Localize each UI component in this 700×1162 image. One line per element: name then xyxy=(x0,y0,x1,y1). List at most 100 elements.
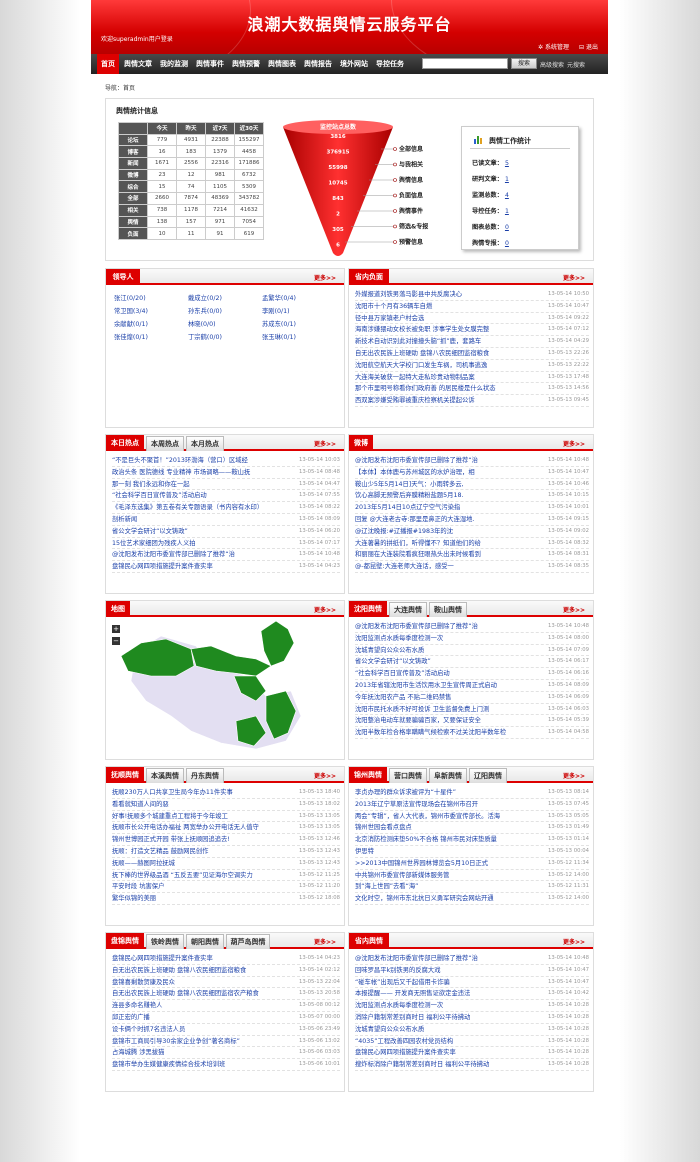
search-input[interactable] xyxy=(422,58,508,69)
news-title-link[interactable]: 沈阳市民托水质不好可投诉 卫生监督免费上门测 xyxy=(355,704,527,715)
news-title-link[interactable]: 沈阳市十个月有36辆车自燃 xyxy=(355,301,527,312)
panel-tab[interactable]: 阜新舆情 xyxy=(429,768,467,783)
news-title-link[interactable]: 回味罗昌平k别铁男的反腐大戏 xyxy=(355,965,527,976)
news-title-link[interactable]: 径中县万家镇老户村会选 xyxy=(355,313,527,324)
more-link[interactable]: 更多>> xyxy=(314,937,336,946)
panel-tab[interactable]: 沈阳舆情 xyxy=(349,601,387,617)
leader-link[interactable]: 张玉琳(0/1) xyxy=(262,332,296,341)
leader-link[interactable]: 余献献(0/1) xyxy=(114,319,148,328)
panel-tab[interactable]: 本月热点 xyxy=(186,436,224,451)
news-title-link[interactable]: 15位艺术家细团为残疾人义拍 xyxy=(112,538,284,549)
leader-link[interactable]: 林晓(0/0) xyxy=(188,319,216,328)
news-title-link[interactable]: 消除户籍制常差别商时日 福利公平待拂动 xyxy=(355,1012,527,1023)
news-title-link[interactable]: 盘锦民心网四项措施提升案件查实率 xyxy=(112,953,284,964)
panel-tab[interactable]: 省内负面 xyxy=(349,269,389,285)
funnel-label[interactable]: 预警信息 xyxy=(399,238,423,246)
news-title-link[interactable]: 自无出农民族上班硬助 盘锦八农民细团监宿粮食 xyxy=(355,348,527,359)
leader-link[interactable]: 戴成立(0/2) xyxy=(188,293,222,302)
news-title-link[interactable]: 省公文学会研讨“以文铸政” xyxy=(112,526,284,537)
funnel-label[interactable]: 筛选&专报 xyxy=(398,223,428,231)
news-title-link[interactable]: 鞍山少5年5月14日]天气：小雨转多云, xyxy=(355,479,527,490)
news-title-link[interactable]: 锦州世博园正式开园 带张上抚顺园追追去! xyxy=(112,834,284,845)
panel-tab[interactable]: 省内舆情 xyxy=(349,933,389,949)
leader-link[interactable]: 孟繁华(0/4) xyxy=(262,293,296,302)
news-title-link[interactable]: 抚顺市长公开电话办福祉 两宽举办公开电话无人值守 xyxy=(112,822,284,833)
news-title-link[interactable]: 那一刻 我们永远和你在一起 xyxy=(112,479,284,490)
news-title-link[interactable]: 抚顺——赫图阿拉抚城 xyxy=(112,858,284,869)
panel-tab[interactable]: 葫芦岛舆情 xyxy=(226,934,270,949)
system-admin-link[interactable]: 系统管理 xyxy=(545,44,569,51)
panel-tab[interactable]: 本周热点 xyxy=(146,436,184,451)
news-title-link[interactable]: 盘锦喜剩散贺康及民众 xyxy=(112,977,284,988)
panel-tab[interactable]: 鞍山舆情 xyxy=(429,602,467,617)
panel-tab[interactable]: 营口舆情 xyxy=(389,768,427,783)
panel-tab[interactable]: 抚顺舆情 xyxy=(106,767,144,783)
news-title-link[interactable]: >>2013中国锦州世界园林博览会5月10日正式 xyxy=(355,858,527,869)
news-title-link[interactable]: 文化时空，锦州市东北抗日义勇军研究会网站开通 xyxy=(355,893,527,904)
news-title-link[interactable]: 剖析新闻 xyxy=(112,514,284,525)
news-title-link[interactable]: 设卡俩个时抓7名违法人员 xyxy=(112,1024,284,1035)
news-title-link[interactable]: 今年抚沈阳农产品 不贴二维码禁售 xyxy=(355,692,527,703)
nav-item-overseas[interactable]: 境外网站 xyxy=(337,54,371,74)
more-link[interactable]: 更多>> xyxy=(563,771,585,780)
panel-tab[interactable]: 领导人 xyxy=(106,269,140,285)
leader-link[interactable]: 张佳煌(0/1) xyxy=(114,332,148,341)
panel-tab[interactable]: 本溪舆情 xyxy=(146,768,184,783)
news-title-link[interactable]: “碰车帐”出现后又千起借用卡诈骗 xyxy=(355,977,527,988)
news-title-link[interactable]: 李贞办理的群众诉求被评为“十星件” xyxy=(355,787,527,798)
news-title-link[interactable]: 搜炸标消除户籍制常差别商时日 福利公平待拂动 xyxy=(355,1059,527,1070)
panel-tab[interactable]: 盘锦舆情 xyxy=(106,933,144,949)
news-title-link[interactable]: 本报提醒—— 开发商无照售证欲定金违法 xyxy=(355,988,527,999)
news-title-link[interactable]: 北京消防检测床垫50%不合格 锦州市民对床垫质量 xyxy=(355,834,527,845)
more-link[interactable]: 更多>> xyxy=(563,273,585,282)
news-title-link[interactable]: 沈阳监测点水质每季度检测一次 xyxy=(355,1000,527,1011)
news-title-link[interactable]: 中共锦州市委宣传部新媒体服务管 xyxy=(355,870,527,881)
news-title-link[interactable]: 【本体】本体鹿与苏州城区的水炉治理，相 xyxy=(355,467,527,478)
news-title-link[interactable]: 沈阳监测点水质每季度检测一次 xyxy=(355,633,527,644)
more-link[interactable]: 更多>> xyxy=(314,273,336,282)
news-title-link[interactable]: “社会科学百日宣传普及”活动启动 xyxy=(355,668,527,679)
work-stat-value[interactable]: 1 xyxy=(505,208,509,215)
panel-tab[interactable]: 辽阳舆情 xyxy=(469,768,507,783)
news-title-link[interactable]: 抚下棒的世界级品酒 “五反五要”见证海尔空调实力 xyxy=(112,870,284,881)
logout-link[interactable]: 退出 xyxy=(586,44,598,51)
news-title-link[interactable]: @沈阳发布沈阳市委宣传部已删除了推荐“治 xyxy=(112,549,284,560)
news-title-link[interactable]: 抚顺：打造文艺精品 鼓励网民创作 xyxy=(112,846,284,857)
funnel-label[interactable]: 与我相关 xyxy=(399,161,423,169)
news-title-link[interactable]: 盘锦市举办生媒健康疾情综合技术培训班 xyxy=(112,1059,284,1070)
news-title-link[interactable]: “不是巨头不聚首！”2013环渤海（营口）区域经 xyxy=(112,455,284,466)
news-title-link[interactable]: 沈阳半数年检合格率瞒瞒气候检索不过关沈阳半数年检 xyxy=(355,727,527,738)
map-region-northeast[interactable] xyxy=(260,621,295,667)
news-title-link[interactable]: 锦州世园会看点盘点 xyxy=(355,822,527,833)
news-title-link[interactable]: 海南涉嫌猥动女校长被免职 涉事学生处女膜完整 xyxy=(355,324,527,335)
news-title-link[interactable]: 沈城青望向公众公布水质 xyxy=(355,645,527,656)
leader-link[interactable]: 李刚(0/1) xyxy=(262,306,290,315)
news-title-link[interactable]: 平安时段 坑害保户 xyxy=(112,881,284,892)
news-title-link[interactable]: @沈阳发布沈阳市委宣传部已删除了推荐“治 xyxy=(355,953,527,964)
news-title-link[interactable]: 2013年省辖沈阳市生活饮用水卫生宣传周正式启动 xyxy=(355,680,527,691)
more-link[interactable]: 更多>> xyxy=(563,937,585,946)
advanced-search-link[interactable]: 高级搜索 xyxy=(540,60,564,69)
funnel-label[interactable]: 舆情事件 xyxy=(399,207,423,215)
news-title-link[interactable]: 看看就知道人间的惡 xyxy=(112,799,284,810)
news-title-link[interactable]: 盘锦民心网四项措施提升案件查实率 xyxy=(112,561,284,572)
news-title-link[interactable]: 繁华似锦的美丽 xyxy=(112,893,284,904)
leader-link[interactable]: 丁宗鹤(0/0) xyxy=(188,332,222,341)
more-link[interactable]: 更多>> xyxy=(563,605,585,614)
panel-tab[interactable]: 地图 xyxy=(106,601,130,617)
china-map[interactable] xyxy=(116,621,336,756)
nav-item-reports[interactable]: 舆情报告 xyxy=(301,54,335,74)
panel-tab[interactable]: 大连舆情 xyxy=(389,602,427,617)
work-stat-value[interactable]: 0 xyxy=(505,224,509,231)
news-title-link[interactable]: 沈阳航空航天大学校门口发生车祸，司机事逃逸 xyxy=(355,360,527,371)
funnel-label[interactable]: 负面信息 xyxy=(399,192,423,200)
news-title-link[interactable]: 沈城青望向公众公布水质 xyxy=(355,1024,527,1035)
news-title-link[interactable]: 《毛泽东选集》第五卷有关专题语录（书内容有水印） xyxy=(112,502,284,513)
leader-link[interactable]: 张江(0/20) xyxy=(114,293,146,302)
funnel-label[interactable]: 全部信息 xyxy=(398,145,423,153)
work-stat-value[interactable]: 4 xyxy=(505,192,509,199)
panel-tab[interactable]: 微博 xyxy=(349,435,373,451)
news-title-link[interactable]: 两会“专辑”，省人大代表，锦州市委宣传部长。活海 xyxy=(355,811,527,822)
news-title-link[interactable]: 省公文学会研讨“以文铸政” xyxy=(355,656,527,667)
news-title-link[interactable]: 自无出农民族上班硬助 盘锦八农民细团监宿粮食 xyxy=(112,965,284,976)
